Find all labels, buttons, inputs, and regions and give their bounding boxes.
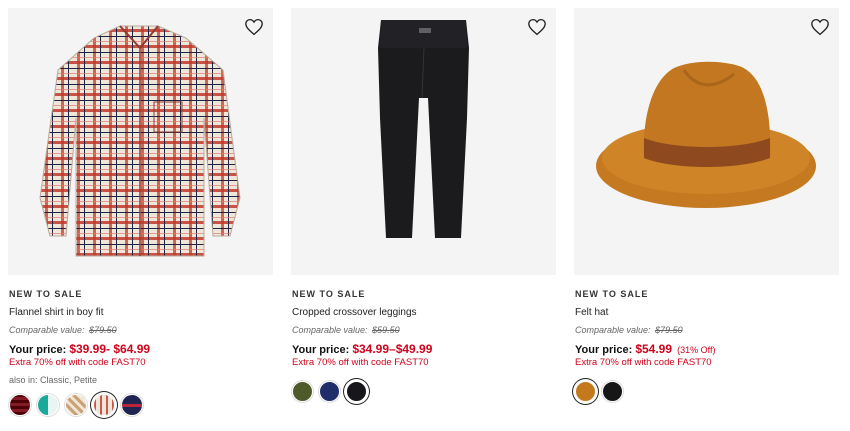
comparable-label: Comparable value: xyxy=(9,325,85,335)
comparable-label: Comparable value: xyxy=(292,325,368,335)
swatch-navy-red-plaid[interactable] xyxy=(121,394,143,416)
product-name[interactable]: Flannel shirt in boy fit xyxy=(9,307,273,319)
color-swatches xyxy=(575,381,839,402)
sale-badge: NEW TO SALE xyxy=(575,289,649,299)
color-swatches xyxy=(292,381,556,402)
promo-text: Extra 70% off with code FAST70 xyxy=(9,357,146,368)
swatch-cream-red-plaid[interactable] xyxy=(93,394,115,416)
product-image-felt-hat[interactable] xyxy=(574,8,839,275)
product-card: NEW TO SALE Cropped crossover leggings C… xyxy=(291,8,556,402)
swatch-navy[interactable] xyxy=(319,381,340,402)
favorite-heart-icon[interactable] xyxy=(809,16,831,38)
product-name[interactable]: Cropped crossover leggings xyxy=(292,307,556,319)
swatch-olive[interactable] xyxy=(292,381,313,402)
promo-text: Extra 70% off with code FAST70 xyxy=(292,357,429,368)
product-grid: NEW TO SALE Flannel shirt in boy fit Com… xyxy=(0,0,850,431)
also-in-variants[interactable]: Classic, Petite xyxy=(40,375,97,385)
also-in: also in: Classic, Petite xyxy=(9,375,273,386)
flannel-shirt-image xyxy=(39,25,241,257)
also-in-label: also in: xyxy=(9,375,38,385)
swatch-teal-white-plaid[interactable] xyxy=(37,394,59,416)
swatch-tan-plaid[interactable] xyxy=(65,394,87,416)
swatch-black[interactable] xyxy=(346,381,367,402)
price-label: Your price: xyxy=(292,344,350,356)
comparable-price: $79.50 xyxy=(89,325,117,335)
price-label: Your price: xyxy=(9,344,67,356)
swatch-camel[interactable] xyxy=(575,381,596,402)
felt-hat-image xyxy=(596,61,816,208)
favorite-heart-icon[interactable] xyxy=(526,16,548,38)
price-label: Your price: xyxy=(575,344,633,356)
price-amount: $39.99- $64.99 xyxy=(69,342,151,356)
promo-text: Extra 70% off with code FAST70 xyxy=(575,357,712,368)
your-price: Your price: $34.99–$49.99 xyxy=(292,342,556,356)
color-swatches xyxy=(9,394,273,416)
price-amount: $34.99–$49.99 xyxy=(352,342,433,356)
favorite-heart-icon[interactable] xyxy=(243,16,265,38)
comparable-price: $79.50 xyxy=(655,325,683,335)
comparable-price: $59.50 xyxy=(372,325,400,335)
comparable-value: Comparable value: $79.50 xyxy=(575,325,839,336)
leggings-image xyxy=(378,20,469,238)
comparable-label: Comparable value: xyxy=(575,325,651,335)
product-card: NEW TO SALE Flannel shirt in boy fit Com… xyxy=(8,8,273,416)
comparable-value: Comparable value: $79.50 xyxy=(9,325,273,336)
discount-percent: (31% Off) xyxy=(677,345,716,355)
product-image-cropped-leggings[interactable] xyxy=(291,8,556,275)
product-image-flannel-shirt[interactable] xyxy=(8,8,273,275)
swatch-red-black-plaid[interactable] xyxy=(9,394,31,416)
price-amount: $54.99 xyxy=(635,342,673,356)
product-name[interactable]: Felt hat xyxy=(575,307,839,319)
your-price: Your price: $39.99- $64.99 xyxy=(9,342,273,356)
sale-badge: NEW TO SALE xyxy=(9,289,83,299)
product-card: NEW TO SALE Felt hat Comparable value: $… xyxy=(574,8,839,402)
comparable-value: Comparable value: $59.50 xyxy=(292,325,556,336)
your-price: Your price: $54.99 (31% Off) xyxy=(575,342,839,356)
swatch-black[interactable] xyxy=(602,381,623,402)
sale-badge: NEW TO SALE xyxy=(292,289,366,299)
